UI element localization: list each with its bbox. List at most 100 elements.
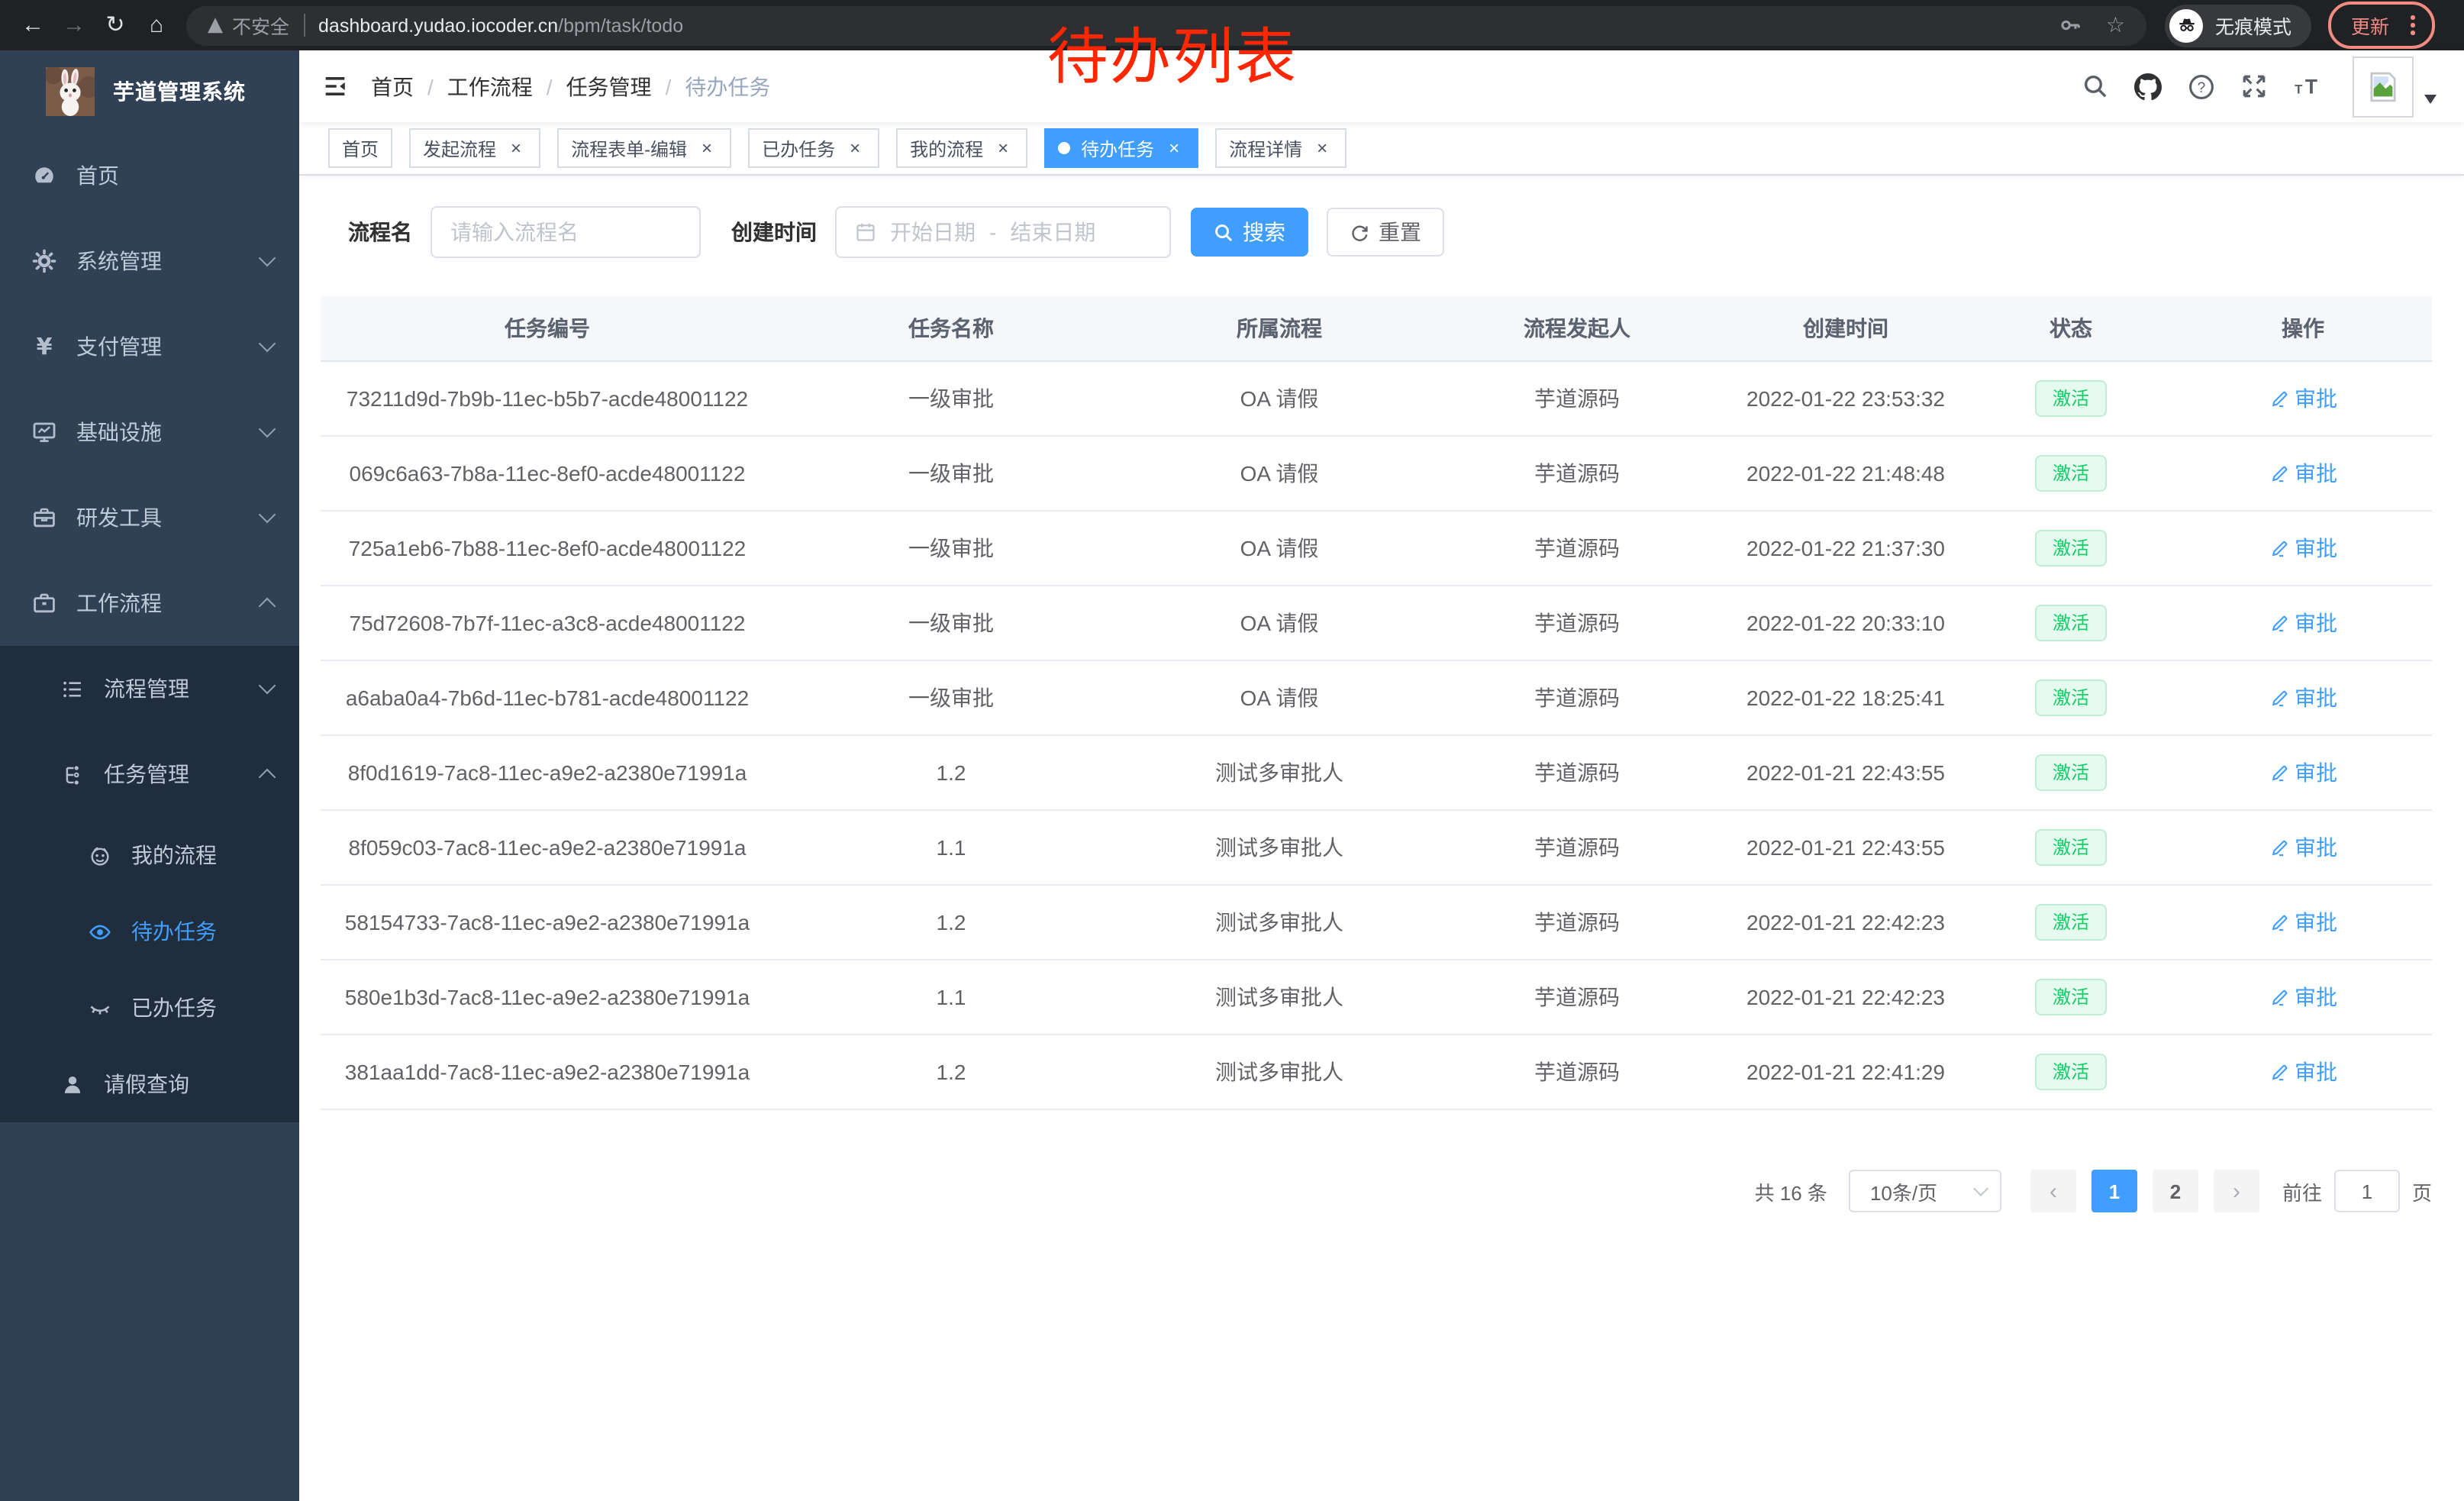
key-icon[interactable] — [2060, 14, 2083, 37]
back-icon[interactable]: ← — [12, 0, 53, 50]
cell-starter: 芋道源码 — [1430, 757, 1724, 788]
update-button[interactable]: 更新 — [2328, 2, 2434, 49]
table-row: 381aa1dd-7ac8-11ec-a9e2-a2380e71991a1.2测… — [321, 1035, 2432, 1110]
date-range-picker[interactable]: 开始日期 - 结束日期 — [835, 206, 1171, 258]
col-process: 所属流程 — [1128, 313, 1430, 344]
approve-link[interactable]: 审批 — [2269, 832, 2337, 863]
tab-流程详情[interactable]: 流程详情× — [1215, 128, 1346, 168]
page-size-select[interactable]: 10条/页 — [1849, 1170, 2001, 1212]
cell-starter: 芋道源码 — [1430, 608, 1724, 638]
close-icon[interactable]: × — [505, 139, 527, 157]
tags-bar: 首页发起流程×流程表单-编辑×已办任务×我的流程×待办任务×流程详情× — [299, 122, 2464, 176]
fullscreen-icon[interactable] — [2241, 73, 2267, 99]
svg-text:T: T — [2295, 82, 2303, 97]
security-warning-icon[interactable]: ▲ — [208, 14, 223, 37]
approve-link[interactable]: 审批 — [2269, 458, 2337, 489]
approve-link[interactable]: 审批 — [2269, 982, 2337, 1012]
sidebar-item-label: 研发工具 — [76, 502, 162, 533]
page-button-2[interactable]: 2 — [2153, 1170, 2198, 1212]
sidebar-item-我的流程[interactable]: 我的流程 — [0, 817, 299, 893]
sidebar-item-已办任务[interactable]: 已办任务 — [0, 970, 299, 1046]
cell-created: 2022-01-22 20:33:10 — [1724, 611, 1968, 635]
close-icon[interactable]: × — [696, 139, 718, 157]
cell-process: OA 请假 — [1128, 608, 1430, 638]
svg-text:?: ? — [2198, 79, 2206, 95]
next-page-button[interactable]: › — [2214, 1170, 2259, 1212]
sidebar-logo[interactable]: 芋道管理系统 — [0, 50, 299, 133]
sidebar-item-工作流程[interactable]: 工作流程 — [0, 560, 299, 646]
forward-icon[interactable]: → — [53, 0, 95, 50]
approve-link[interactable]: 审批 — [2269, 683, 2337, 713]
tab-已办任务[interactable]: 已办任务× — [748, 128, 879, 168]
close-icon[interactable]: × — [992, 139, 1014, 157]
sidebar-item-任务管理[interactable]: 任务管理 — [0, 731, 299, 817]
help-icon[interactable]: ? — [2188, 73, 2215, 100]
cell-task-id: 73211d9d-7b9b-11ec-b5b7-acde48001122 — [321, 386, 774, 411]
github-icon[interactable] — [2134, 73, 2162, 100]
close-icon[interactable]: × — [1163, 139, 1185, 157]
breadcrumb-task-mgmt[interactable]: 任务管理 — [566, 71, 652, 102]
tab-label: 发起流程 — [423, 135, 496, 161]
close-icon[interactable]: × — [1311, 139, 1333, 157]
approve-link[interactable]: 审批 — [2269, 383, 2337, 414]
table-row: 725a1eb6-7b88-11ec-8ef0-acde48001122一级审批… — [321, 512, 2432, 586]
browser-menu-icon[interactable] — [2408, 12, 2417, 38]
tab-label: 我的流程 — [910, 135, 983, 161]
close-icon[interactable]: × — [844, 139, 866, 157]
sidebar-item-label: 工作流程 — [76, 588, 162, 618]
screen: ← → ↻ ⌂ ▲ 不安全 dashboard.yudao.iocoder.cn… — [0, 0, 2464, 1501]
cell-process: OA 请假 — [1128, 383, 1430, 414]
sidebar-item-支付管理[interactable]: ¥支付管理 — [0, 304, 299, 389]
reload-icon[interactable]: ↻ — [95, 0, 136, 50]
tab-发起流程[interactable]: 发起流程 × — [409, 128, 540, 168]
cell-task-name: 1.2 — [774, 910, 1128, 934]
approve-link[interactable]: 审批 — [2269, 757, 2337, 788]
cell-starter: 芋道源码 — [1430, 1057, 1724, 1087]
cell-created: 2022-01-21 22:42:23 — [1724, 985, 1968, 1009]
cell-task-name: 1.1 — [774, 835, 1128, 860]
broken-image-icon — [2366, 69, 2400, 103]
tab-label: 待办任务 — [1081, 135, 1154, 161]
search-button[interactable]: 搜索 — [1191, 208, 1308, 257]
sidebar-item-请假查询[interactable]: 请假查询 — [0, 1046, 299, 1122]
url-bar[interactable]: ▲ 不安全 dashboard.yudao.iocoder.cn/bpm/tas… — [186, 5, 2146, 45]
tab-首页[interactable]: 首页 — [328, 128, 392, 168]
chevron-up-icon — [259, 598, 276, 615]
sidebar-item-系统管理[interactable]: 系统管理 — [0, 218, 299, 304]
approve-link[interactable]: 审批 — [2269, 608, 2337, 638]
goto-page-input[interactable]: 1 — [2334, 1170, 2400, 1212]
approve-link[interactable]: 审批 — [2269, 533, 2337, 563]
approve-link[interactable]: 审批 — [2269, 907, 2337, 938]
avatar-caret-icon[interactable] — [2424, 94, 2437, 109]
sidebar-item-待办任务[interactable]: 待办任务 — [0, 893, 299, 970]
breadcrumb-workflow[interactable]: 工作流程 — [447, 71, 533, 102]
tab-待办任务[interactable]: 待办任务 × — [1044, 128, 1198, 168]
sidebar-item-基础设施[interactable]: 基础设施 — [0, 389, 299, 475]
font-size-icon[interactable]: TT — [2293, 73, 2322, 99]
home-icon[interactable]: ⌂ — [136, 0, 177, 50]
page-button-1[interactable]: 1 — [2091, 1170, 2137, 1212]
cell-created: 2022-01-22 21:37:30 — [1724, 536, 1968, 560]
page-buttons: 12 — [2084, 1170, 2206, 1212]
sidebar-item-label: 支付管理 — [76, 331, 162, 362]
tab-流程表单-编辑[interactable]: 流程表单-编辑× — [557, 128, 731, 168]
sidebar-item-首页[interactable]: 首页 — [0, 133, 299, 218]
col-starter: 流程发起人 — [1430, 313, 1724, 344]
approve-link[interactable]: 审批 — [2269, 1057, 2337, 1087]
process-name-input[interactable]: 请输入流程名 — [431, 206, 701, 258]
breadcrumb-home[interactable]: 首页 — [371, 71, 414, 102]
reset-button[interactable]: 重置 — [1327, 208, 1444, 257]
chevron-down-icon — [259, 335, 276, 353]
table-row: 8f059c03-7ac8-11ec-a9e2-a2380e71991a1.1测… — [321, 811, 2432, 886]
sidebar-item-流程管理[interactable]: 流程管理 — [0, 646, 299, 731]
tab-我的流程[interactable]: 我的流程 × — [896, 128, 1027, 168]
cell-created: 2022-01-22 21:48:48 — [1724, 461, 1968, 486]
prev-page-button[interactable]: ‹ — [2030, 1170, 2076, 1212]
sidebar-fold-icon[interactable] — [322, 73, 348, 99]
avatar[interactable] — [2353, 56, 2414, 117]
sidebar-item-研发工具[interactable]: 研发工具 — [0, 475, 299, 560]
sidebar-menu-top: 首页系统管理¥支付管理基础设施研发工具工作流程 — [0, 133, 299, 646]
search-icon[interactable] — [2082, 73, 2108, 99]
cell-task-id: 8f059c03-7ac8-11ec-a9e2-a2380e71991a — [321, 835, 774, 860]
bookmark-star-icon[interactable]: ☆ — [2106, 12, 2125, 38]
